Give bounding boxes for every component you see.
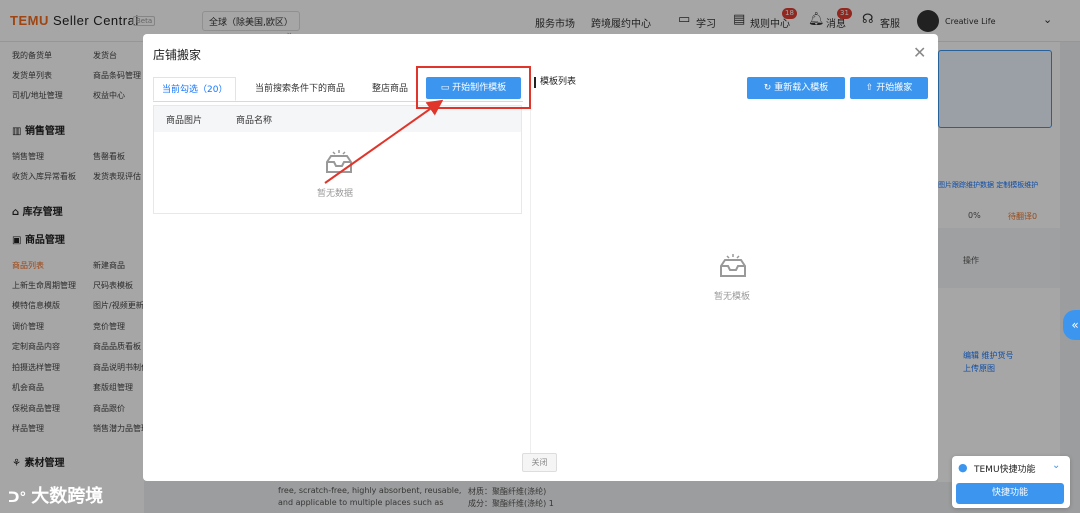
collapse-down-icon[interactable]: ⌄	[1052, 460, 1060, 471]
annotation-arrow	[324, 99, 444, 184]
quick-title: TEMU快捷功能	[974, 465, 1036, 475]
watermark-logo: ᑐ° 大数跨境	[8, 486, 104, 507]
collapse-panel-icon[interactable]: «	[1063, 310, 1080, 340]
temu-icon: ●	[958, 461, 968, 474]
watermark-icon: ᑐ°	[8, 490, 32, 506]
quick-functions-widget: ● TEMU快捷功能 ⌄ 快捷功能	[952, 456, 1070, 508]
quick-functions-button[interactable]: 快捷功能	[956, 483, 1064, 504]
